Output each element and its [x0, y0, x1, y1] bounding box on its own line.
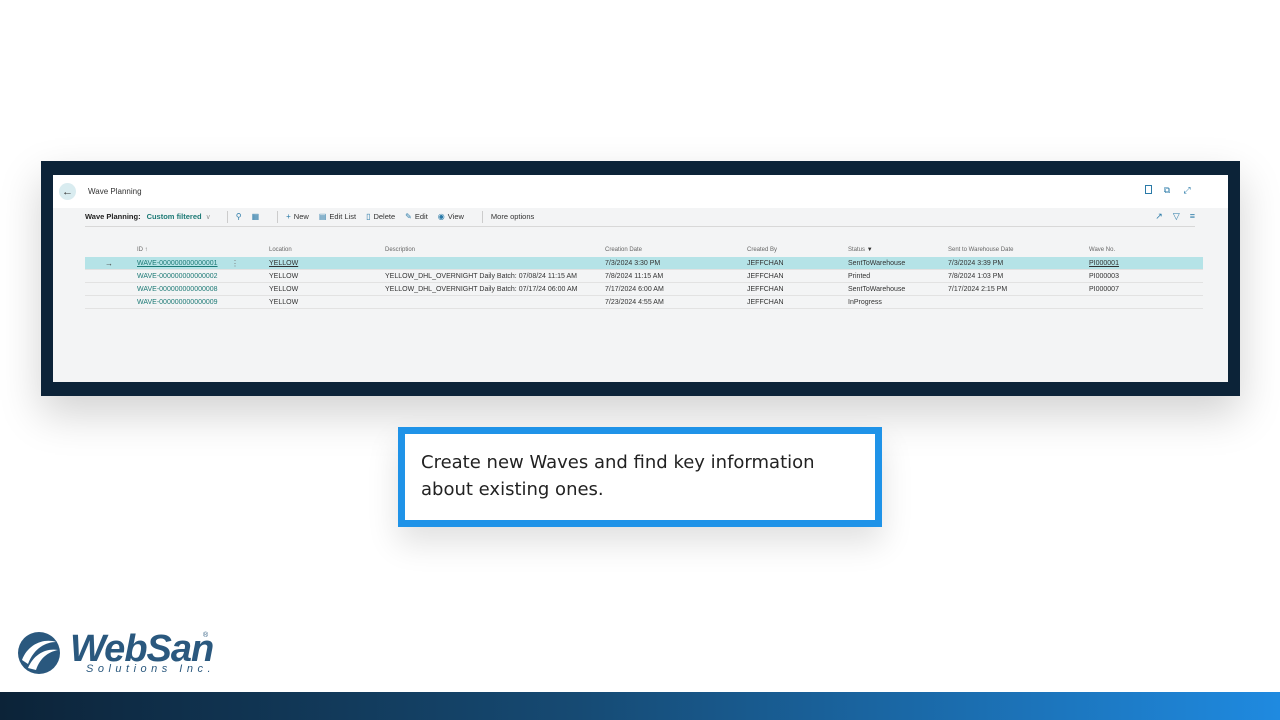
filter-funnel-icon: ▼: [866, 247, 873, 253]
eye-icon: ◉: [437, 212, 445, 221]
new-button[interactable]: + New: [286, 212, 309, 221]
row-status: Printed: [848, 273, 871, 280]
row-status: SentToWarehouse: [848, 286, 906, 293]
row-wave-no[interactable]: PI000001: [1089, 260, 1119, 267]
row-creation-date: 7/23/2024 4:55 AM: [605, 299, 664, 306]
open-new-window-icon[interactable]: ⧉: [1162, 185, 1172, 195]
row-wave-no: PI000003: [1089, 273, 1119, 280]
edit-list-icon: ▤: [318, 212, 327, 221]
delete-label: Delete: [373, 212, 396, 221]
column-wave-no[interactable]: Wave No.: [1089, 247, 1115, 253]
column-id[interactable]: ID ↑: [137, 247, 148, 253]
row-created-by: JEFFCHAN: [747, 273, 784, 280]
more-options-button[interactable]: More options: [491, 212, 534, 221]
page-header: ← Wave Planning ⧉ ⤢: [53, 175, 1228, 208]
plus-icon: +: [286, 212, 291, 221]
row-id-link[interactable]: WAVE-000000000000002: [137, 273, 218, 280]
divider: [481, 210, 483, 223]
row-creation-date: 7/3/2024 3:30 PM: [605, 260, 661, 267]
delete-button[interactable]: ▯ Delete: [366, 212, 395, 221]
websan-logo: WebSan ® Solutions Inc.: [16, 628, 216, 680]
row-created-by: JEFFCHAN: [747, 299, 784, 306]
analysis-mode-button[interactable]: ▦: [252, 212, 260, 221]
divider: [277, 210, 279, 223]
column-status[interactable]: Status ▼: [848, 247, 873, 253]
caption-box: Create new Waves and find key informatio…: [398, 427, 882, 527]
table-row[interactable]: WAVE-000000000000008 YELLOW YELLOW_DHL_O…: [85, 283, 1203, 296]
action-bar: Wave Planning: Custom filtered ∨ ⚲ ▦ + Ne…: [85, 207, 1195, 227]
page-title: Wave Planning: [88, 187, 142, 196]
table-header: ID ↑ Location Description Creation Date …: [85, 243, 1203, 257]
row-status: InProgress: [848, 299, 882, 306]
row-sent-date: 7/17/2024 2:15 PM: [948, 286, 1008, 293]
row-description: YELLOW_DHL_OVERNIGHT Daily Batch: 07/08/…: [385, 273, 577, 280]
bookmark-icon[interactable]: [1145, 185, 1152, 194]
edit-list-label: Edit List: [329, 212, 357, 221]
filter-icon[interactable]: ▽: [1173, 211, 1180, 222]
view-label: View: [447, 212, 464, 221]
row-creation-date: 7/8/2024 11:15 AM: [605, 273, 664, 280]
list-title: Wave Planning:: [85, 212, 141, 221]
row-created-by: JEFFCHAN: [747, 286, 784, 293]
row-location[interactable]: YELLOW: [269, 260, 298, 267]
row-selected-arrow-icon: →: [105, 259, 113, 268]
column-creation-date[interactable]: Creation Date: [605, 247, 642, 253]
pencil-icon: ✎: [405, 212, 412, 221]
view-button[interactable]: ◉ View: [438, 212, 464, 221]
row-location: YELLOW: [269, 299, 299, 306]
row-created-by: JEFFCHAN: [747, 260, 784, 267]
waves-table: ID ↑ Location Description Creation Date …: [85, 243, 1203, 309]
chevron-down-icon[interactable]: ∨: [206, 213, 211, 221]
share-icon[interactable]: ↗: [1155, 211, 1163, 222]
websan-swoosh-icon: [18, 632, 60, 674]
row-location: YELLOW: [269, 273, 299, 280]
caption-text: Create new Waves and find key informatio…: [421, 452, 815, 500]
row-sent-date: 7/8/2024 1:03 PM: [948, 273, 1004, 280]
back-arrow-icon[interactable]: ←: [59, 183, 76, 200]
trash-icon: ▯: [366, 212, 371, 221]
slide: ← Wave Planning ⧉ ⤢ Wave Planning: Custo…: [0, 0, 1280, 720]
registered-mark: ®: [203, 632, 209, 639]
divider: [226, 210, 228, 223]
table-row[interactable]: WAVE-000000000000002 YELLOW YELLOW_DHL_O…: [85, 270, 1203, 283]
row-wave-no: PI000007: [1089, 286, 1119, 293]
collapse-icon[interactable]: ⤢: [1182, 185, 1192, 195]
list-view-icon[interactable]: ≡: [1190, 211, 1195, 222]
row-id-link[interactable]: WAVE-000000000000009: [137, 299, 218, 306]
row-menu-icon[interactable]: ⋮: [231, 259, 239, 268]
column-sent-date[interactable]: Sent to Warehouse Date: [948, 247, 1013, 253]
view-filter-dropdown[interactable]: Custom filtered: [147, 212, 202, 221]
search-icon: ⚲: [235, 212, 242, 221]
column-location[interactable]: Location: [269, 247, 292, 253]
column-description[interactable]: Description: [385, 247, 415, 253]
row-description: YELLOW_DHL_OVERNIGHT Daily Batch: 07/17/…: [385, 286, 578, 293]
status-header-label: Status: [848, 247, 866, 253]
table-icon: ▦: [251, 212, 260, 221]
table-row[interactable]: WAVE-000000000000009 YELLOW 7/23/2024 4:…: [85, 296, 1203, 309]
search-button[interactable]: ⚲: [236, 212, 242, 221]
new-label: New: [293, 212, 309, 221]
row-status: SentToWarehouse: [848, 260, 906, 267]
row-sent-date: 7/3/2024 3:39 PM: [948, 260, 1004, 267]
row-id-link[interactable]: WAVE-000000000000008: [137, 286, 218, 293]
row-location: YELLOW: [269, 286, 299, 293]
row-creation-date: 7/17/2024 6:00 AM: [605, 286, 664, 293]
footer-bar: [0, 692, 1280, 720]
logo-subtitle: Solutions Inc.: [86, 663, 216, 675]
header-actions: ⧉ ⤢: [1145, 185, 1192, 195]
app-window: ← Wave Planning ⧉ ⤢ Wave Planning: Custo…: [53, 175, 1228, 382]
screenshot-frame: ← Wave Planning ⧉ ⤢ Wave Planning: Custo…: [41, 161, 1240, 396]
edit-button[interactable]: ✎ Edit: [405, 212, 428, 221]
row-id-link[interactable]: WAVE-000000000000001: [137, 260, 218, 267]
actionbar-right-icons: ↗ ▽ ≡: [1155, 211, 1195, 222]
edit-label: Edit: [414, 212, 428, 221]
table-row[interactable]: → WAVE-000000000000001 ⋮ YELLOW 7/3/2024…: [85, 257, 1203, 270]
edit-list-button[interactable]: ▤ Edit List: [319, 212, 356, 221]
column-created-by[interactable]: Created By: [747, 247, 777, 253]
